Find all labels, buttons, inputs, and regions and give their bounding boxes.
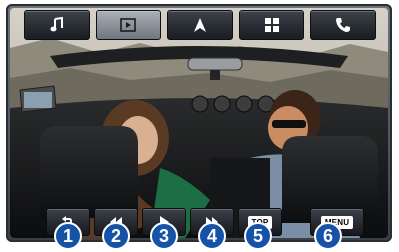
callout-2: 2 [102,222,130,250]
callout-3: 3 [150,222,178,250]
video-frame [10,8,388,238]
phone-icon [336,18,351,32]
grid-menu-icon [264,18,279,32]
top-menu-bar [24,10,376,40]
music-button[interactable] [24,10,90,40]
callout-6: 6 [314,222,342,250]
navigation-arrow-icon [193,18,206,32]
apps-menu-button[interactable] [238,10,305,40]
callout-5: 5 [244,222,272,250]
video-scene [10,8,388,238]
callout-1: 1 [54,222,82,250]
callout-4: 4 [198,222,226,250]
dvd-playback-screen: TOP MENU 1 2 3 4 5 6 [0,0,399,252]
navigation-button[interactable] [167,10,233,40]
music-note-icon [50,16,63,32]
video-play-icon [120,18,137,32]
phone-button[interactable] [310,10,376,40]
video-button[interactable] [95,10,162,40]
